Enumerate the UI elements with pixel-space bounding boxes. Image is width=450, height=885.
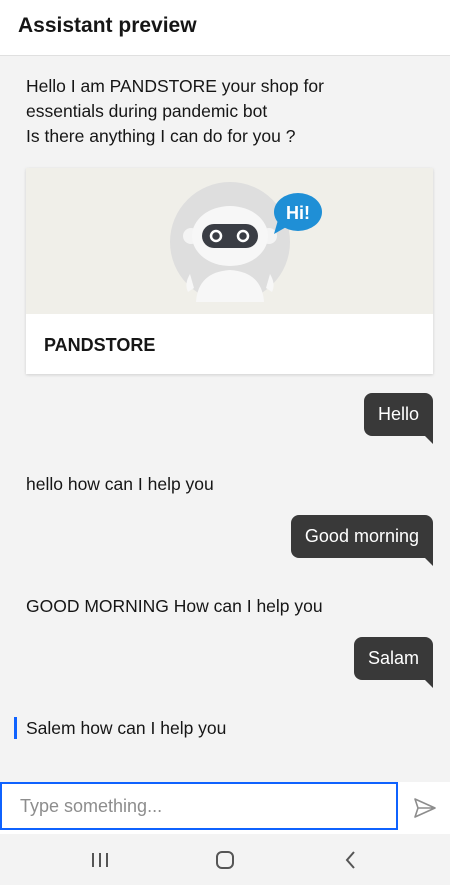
home-button[interactable] [213, 848, 237, 872]
bot-message: GOOD MORNING How can I help you [26, 596, 323, 616]
card-image: Hi! [26, 168, 433, 314]
back-icon [345, 851, 355, 869]
page-title: Assistant preview [18, 14, 197, 37]
send-icon [414, 798, 436, 818]
robot-illustration: Hi! [170, 182, 322, 302]
card-title: PANDSTORE [44, 335, 156, 355]
user-message-bubble: Salam [353, 637, 434, 688]
recent-apps-button[interactable] [88, 848, 112, 872]
system-navigation-bar [0, 835, 450, 885]
message-focus-indicator [14, 717, 17, 739]
bot-message: Salem how can I help you [26, 718, 227, 738]
hi-badge-text: Hi! [286, 203, 310, 223]
bot-welcome-message: Hello I am PANDSTORE your shop for essen… [26, 74, 324, 149]
message-input[interactable] [0, 782, 398, 830]
welcome-line: essentials during pandemic bot [26, 101, 268, 121]
recent-apps-icon [92, 853, 108, 867]
home-icon [216, 851, 234, 869]
bot-card: Hi! PANDSTORE [26, 168, 433, 374]
send-button[interactable] [405, 790, 445, 826]
header: Assistant preview [0, 0, 450, 56]
user-message-bubble: Good morning [290, 515, 434, 566]
welcome-line: Hello I am PANDSTORE your shop for [26, 76, 324, 96]
bot-message: hello how can I help you [26, 474, 214, 494]
welcome-line: Is there anything I can do for you ? [26, 126, 296, 146]
back-button[interactable] [339, 848, 363, 872]
composer [0, 782, 450, 834]
user-message-bubble: Hello [363, 393, 434, 444]
